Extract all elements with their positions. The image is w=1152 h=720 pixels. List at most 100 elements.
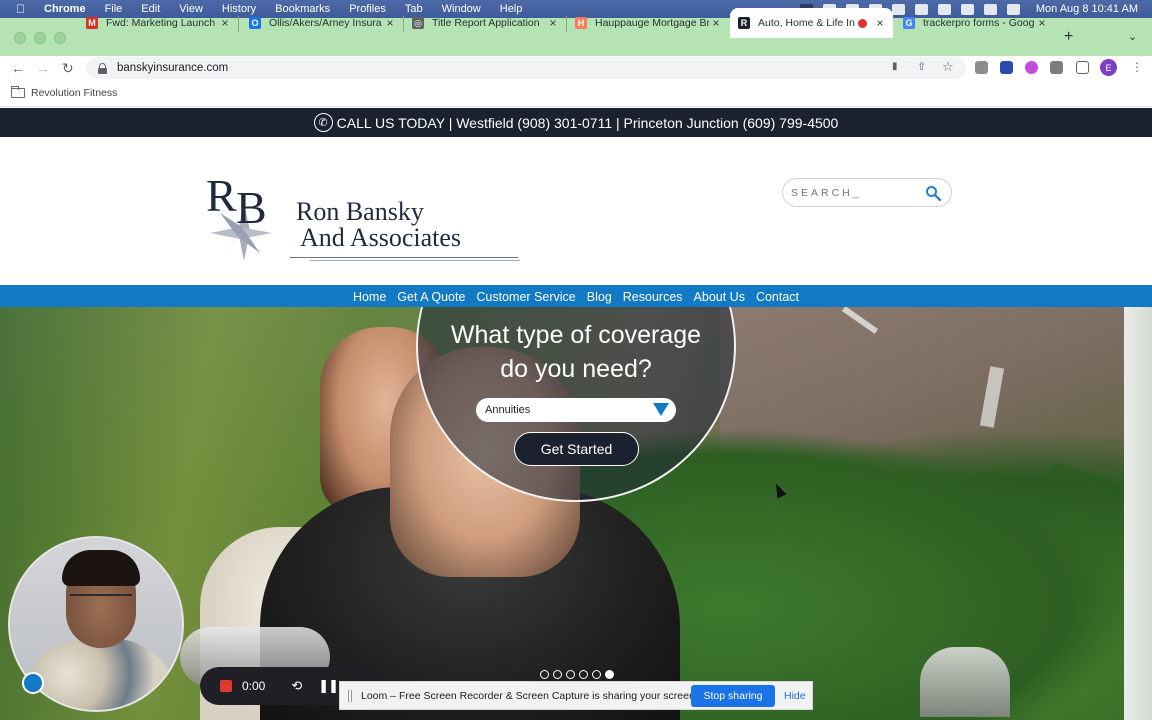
slider-dot[interactable] [553,670,562,679]
slider-dot-active[interactable] [605,670,614,679]
minimize-window-button[interactable] [34,32,46,44]
drag-handle-icon[interactable] [348,689,352,702]
bookmark-item[interactable]: Revolution Fitness [31,87,117,99]
logo-line-1: Ron Bansky [296,197,424,226]
nav-get-a-quote[interactable]: Get A Quote [397,289,465,304]
extension-icon[interactable] [1000,61,1013,74]
main-nav: Home Get A Quote Customer Service Blog R… [0,285,1152,307]
nav-contact[interactable]: Contact [756,289,799,304]
globe-icon: ◎ [412,17,424,29]
tab-title: Hauppauge Mortgage Br [595,17,709,29]
call-us-bar: ✆ CALL US TODAY | Westfield (908) 301-07… [0,108,1152,137]
url-text[interactable]: banskyinsurance.com [117,62,228,74]
close-tab-icon[interactable]: × [218,16,232,30]
close-window-button[interactable] [14,32,26,44]
apple-icon[interactable]:  [16,2,30,16]
camera-icon[interactable]: ▮ [892,61,898,72]
close-tab-icon[interactable]: × [873,16,887,30]
chevron-down-icon[interactable]: ⌄ [1128,30,1137,43]
camera-person-hair [62,550,140,586]
close-tab-icon[interactable]: × [383,16,397,30]
rb-icon: R [738,17,750,29]
close-tab-icon[interactable]: × [546,16,560,30]
folder-icon [11,86,25,98]
window-controls [14,32,66,44]
drive-icon: O [249,17,261,29]
site-search[interactable] [782,178,952,207]
nav-resources[interactable]: Resources [623,289,683,304]
gmail-icon: M [86,17,98,29]
browser-tab-active[interactable]: R Auto, Home & Life In × [730,8,893,38]
coverage-heading-line1: What type of coverage [450,321,702,349]
screen-share-banner: Loom – Free Screen Recorder & Screen Cap… [339,681,813,710]
puzzle-icon[interactable] [1050,61,1063,74]
browser-tab[interactable]: G trackerpro forms - Goog × [895,8,1055,38]
nav-customer-service[interactable]: Customer Service [476,289,575,304]
browser-tab[interactable]: O Ollis/Akers/Arney Insura × [241,8,403,38]
phone-icon: ✆ [313,113,333,132]
hero-edge [1124,307,1152,720]
stop-recording-button[interactable] [220,680,232,692]
bookmark-star-icon[interactable]: ☆ [942,59,954,75]
share-message: Loom – Free Screen Recorder & Screen Cap… [361,689,698,702]
address-bar[interactable]: banskyinsurance.com [86,57,966,79]
select-value: Annuities [485,404,531,416]
dropdown-triangle-icon[interactable] [653,403,669,416]
search-icon[interactable] [925,185,941,201]
nav-blog[interactable]: Blog [587,289,612,304]
nav-about-us[interactable]: About Us [694,289,745,304]
slider-dot[interactable] [592,670,601,679]
browser-tab[interactable]: M Fwd: Marketing Launch I × [78,8,238,38]
company-logo[interactable]: R B Ron Bansky And Associates [200,161,530,261]
slider-dot[interactable] [540,670,549,679]
google-icon: G [903,17,915,29]
logo-rule [310,260,520,261]
back-arrow-icon[interactable]: ← [11,60,25,76]
tab-separator [238,16,239,32]
extension-icon[interactable] [975,61,988,74]
lock-icon[interactable] [98,63,107,74]
tab-title: trackerpro forms - Goog [923,17,1035,29]
restart-icon[interactable]: ⟲ [291,678,302,694]
stop-sharing-button[interactable]: Stop sharing [691,685,775,707]
coverage-type-select[interactable]: Annuities [476,398,676,422]
share-icon[interactable]: ⇧ [917,60,926,73]
forward-arrow-icon[interactable]: → [36,60,50,76]
call-us-text[interactable]: CALL US TODAY | Westfield (908) 301-0711… [337,115,839,131]
slider-dot[interactable] [566,670,575,679]
hero-motorcycle [920,647,1010,717]
side-panel-icon[interactable] [1076,61,1089,74]
recording-icon [858,18,867,28]
slider-dot[interactable] [579,670,588,679]
tab-title: Title Report Application [432,17,540,29]
zoom-window-button[interactable] [54,32,66,44]
tab-title: Fwd: Marketing Launch I [106,17,218,29]
nav-home[interactable]: Home [353,289,386,304]
get-started-button[interactable]: Get Started [514,432,639,466]
browser-tab[interactable]: H Hauppauge Mortgage Br × [567,8,729,38]
camera-person-glasses [70,594,132,606]
search-input[interactable] [791,186,921,199]
logo-wordmark: Ron Bansky And Associates [296,199,461,251]
hide-banner-button[interactable]: Hide [784,685,806,707]
logo-monogram: B [236,182,267,233]
coverage-heading-line2: do you need? [500,355,652,383]
loom-logo-icon[interactable] [22,672,44,694]
extension-icon[interactable] [1025,61,1038,74]
browser-tab[interactable]: ◎ Title Report Application × [404,8,566,38]
hubspot-icon: H [575,17,587,29]
reload-icon[interactable]: ↻ [62,60,74,77]
logo-rule [290,257,518,258]
logo-line-2: And Associates [300,223,462,252]
recording-timer: 0:00 [242,679,266,693]
close-tab-icon[interactable]: × [1035,16,1049,30]
tab-title: Auto, Home & Life In [758,17,855,29]
bookmarks-bar: Revolution Fitness [0,80,1152,107]
close-tab-icon[interactable]: × [709,16,723,30]
menu-kebab-icon[interactable]: ⋮ [1131,60,1143,74]
site-header: R B Ron Bansky And Associates [0,137,1152,285]
new-tab-icon[interactable]: + [1064,28,1073,46]
pause-icon[interactable]: ❚❚ [318,678,339,694]
star-logo-icon: R B [206,170,272,261]
profile-avatar[interactable]: E [1100,59,1117,76]
